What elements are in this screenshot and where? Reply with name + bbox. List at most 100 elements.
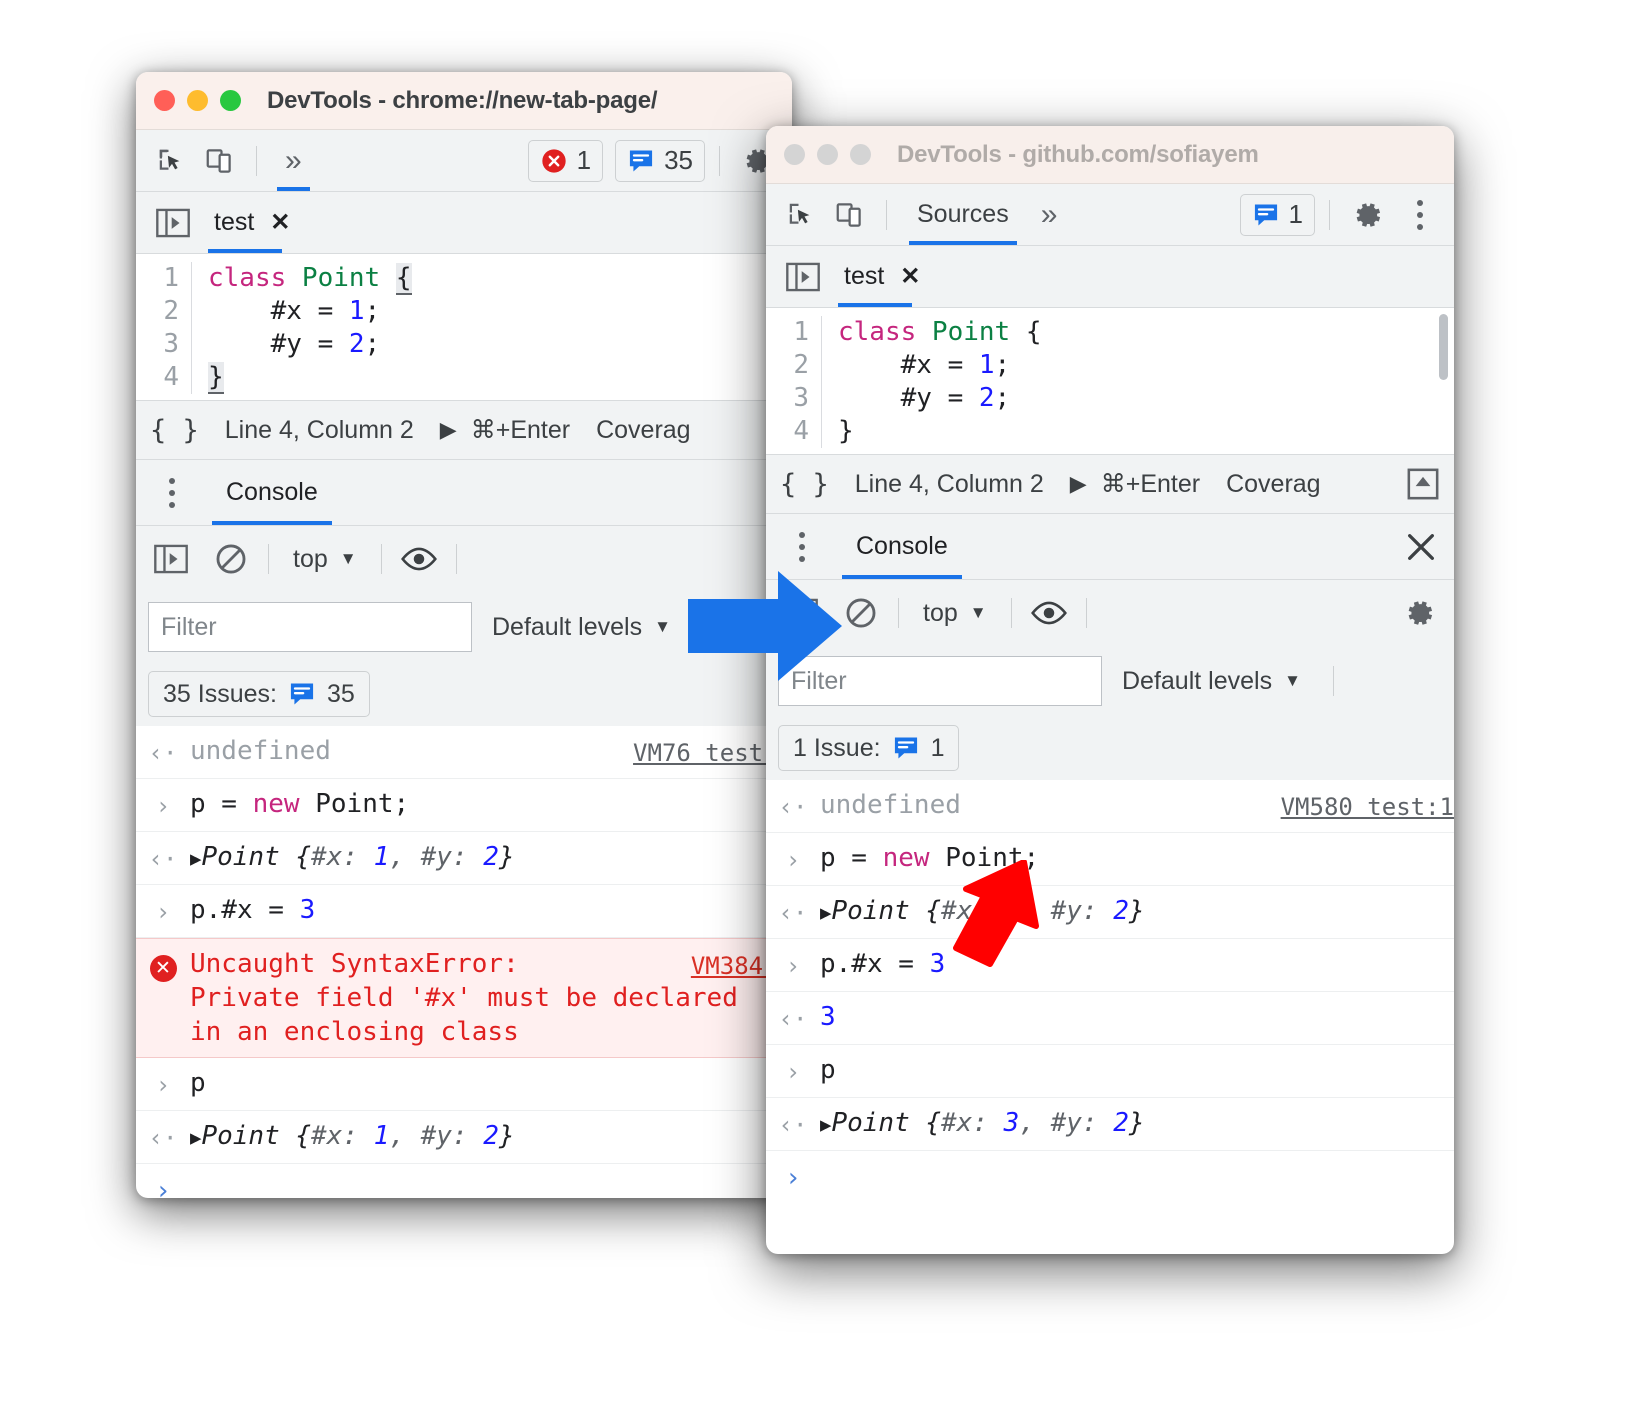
left-console-prompt[interactable]: ›: [136, 1164, 792, 1198]
close-icon[interactable]: ✕: [900, 262, 920, 291]
line-number: 4: [136, 361, 192, 394]
code-text[interactable]: }: [822, 415, 854, 448]
code-text[interactable]: #y = 2;: [192, 328, 381, 361]
left-window-titlebar[interactable]: DevTools - chrome://new-tab-page/: [136, 72, 792, 130]
input-caret-icon: ›: [155, 792, 171, 820]
console-toolbar-divider: [268, 544, 269, 574]
minimize-window-button[interactable]: [187, 90, 208, 111]
log-levels-selector[interactable]: Default levels ▼: [492, 613, 671, 642]
expand-object-icon[interactable]: ▶: [820, 902, 831, 924]
message-text: p = new Point;: [820, 843, 1040, 873]
minimize-window-button[interactable]: [817, 144, 838, 165]
inspect-cursor-icon[interactable]: [778, 192, 824, 238]
expand-object-icon[interactable]: ▶: [820, 1114, 831, 1136]
coverage-label[interactable]: Coverag: [596, 416, 691, 445]
pretty-print-icon[interactable]: { }: [780, 469, 829, 500]
pretty-print-icon[interactable]: { }: [150, 415, 199, 446]
close-icon[interactable]: ✕: [270, 208, 290, 237]
left-sources-tabstrip: test ✕: [136, 192, 792, 254]
code-text[interactable]: class Point {: [192, 262, 412, 295]
source-link[interactable]: VM580 test:1: [1281, 790, 1454, 824]
output-caret-icon: ‹·: [148, 1124, 178, 1152]
editor-scrollbar[interactable]: [1439, 314, 1448, 380]
live-expression-icon[interactable]: [1026, 590, 1072, 636]
code-text[interactable]: #y = 2;: [822, 382, 1011, 415]
message-text: ▶Point {#x: 1, #y: 2}: [190, 842, 515, 872]
error-counter[interactable]: 1: [527, 139, 604, 182]
inspect-cursor-icon[interactable]: [148, 138, 194, 184]
right-code-editor[interactable]: 1 class Point {2 #x = 1; 3 #y = 2; 4}: [766, 308, 1454, 454]
filter-input[interactable]: Filter: [148, 602, 472, 652]
console-input-message: › p: [766, 1045, 1454, 1098]
log-levels-selector[interactable]: Default levels ▼: [1122, 667, 1301, 696]
console-toolbar-divider-3: [455, 544, 457, 574]
issues-bar-button[interactable]: 1 Issue: 1: [778, 725, 960, 771]
gear-icon[interactable]: [1344, 192, 1390, 238]
right-console-toolbar: top ▼: [766, 580, 1454, 646]
issues-bar-button[interactable]: 35 Issues: 35: [148, 671, 370, 717]
coverage-label[interactable]: Coverag: [1226, 470, 1321, 499]
code-line: 3 #y = 2;: [136, 328, 792, 361]
chevron-down-icon: ▼: [969, 603, 987, 622]
execution-context-label: top: [923, 598, 958, 627]
right-console-filter-row: Filter Default levels ▼: [766, 646, 1454, 716]
run-snippet-icon[interactable]: ▶: [1070, 471, 1087, 497]
message-text: ▶Point {#x: 3, #y: 2}: [820, 1108, 1145, 1138]
close-window-button[interactable]: [784, 144, 805, 165]
more-options-icon[interactable]: [150, 477, 194, 508]
live-expression-icon[interactable]: [396, 536, 442, 582]
right-devtools-toolbar: Sources » 1: [766, 184, 1454, 246]
gear-icon[interactable]: [1396, 590, 1442, 636]
source-file-tab-test[interactable]: test ✕: [200, 193, 304, 253]
message-text: ▶Point {#x: 1, #y: 2}: [190, 1121, 515, 1151]
issues-bar-count: 35: [326, 679, 355, 708]
source-file-tab-test[interactable]: test ✕: [830, 247, 934, 307]
execution-context-selector[interactable]: top ▼: [283, 545, 367, 574]
issue-bubble-icon: [290, 683, 314, 705]
more-options-icon[interactable]: [780, 531, 824, 562]
code-text[interactable]: #x = 1;: [192, 295, 381, 328]
run-snippet-icon[interactable]: ▶: [440, 417, 457, 443]
right-window-titlebar[interactable]: DevTools - github.com/sofiayem: [766, 126, 1454, 184]
maximize-window-button[interactable]: [850, 144, 871, 165]
close-window-button[interactable]: [154, 90, 175, 111]
code-text[interactable]: }: [192, 361, 224, 394]
execution-context-selector[interactable]: top ▼: [913, 599, 997, 628]
right-console-prompt[interactable]: ›: [766, 1151, 1454, 1205]
tab-sources[interactable]: Sources: [901, 185, 1025, 245]
tab-console[interactable]: Console: [842, 515, 962, 579]
collapse-drawer-icon[interactable]: [1406, 467, 1440, 501]
code-text[interactable]: #x = 1;: [822, 349, 1011, 382]
transition-arrow: [688, 571, 842, 681]
prompt-caret: ›: [155, 1176, 171, 1198]
device-toggle-icon[interactable]: [196, 138, 242, 184]
issues-counter[interactable]: 35: [615, 139, 705, 182]
right-console-messages: ‹· undefined VM580 test:1 › p = new Point; ‹·…: [766, 780, 1454, 1151]
issues-counter[interactable]: 1: [1239, 193, 1315, 236]
more-panels-button[interactable]: »: [271, 131, 316, 191]
code-text[interactable]: class Point {: [822, 316, 1042, 349]
maximize-window-button[interactable]: [220, 90, 241, 111]
devtools-window-right[interactable]: DevTools - github.com/sofiayem Sources »: [766, 126, 1454, 1254]
drawer-tab-label: Console: [856, 532, 948, 560]
close-drawer-icon[interactable]: [1398, 524, 1444, 570]
run-shortcut-label: ⌘+Enter: [470, 416, 571, 444]
console-sidebar-icon[interactable]: [148, 536, 194, 582]
left-window-title: DevTools - chrome://new-tab-page/: [267, 86, 658, 114]
more-panels-button[interactable]: »: [1027, 185, 1072, 245]
clear-console-icon[interactable]: [208, 536, 254, 582]
more-options-icon[interactable]: [1398, 199, 1442, 230]
left-code-editor[interactable]: 1 class Point {2 #x = 1; 3 #y = 2; 4}: [136, 254, 792, 400]
chevron-down-icon: ▼: [1284, 671, 1301, 690]
show-navigator-icon[interactable]: [780, 254, 826, 300]
device-toggle-icon[interactable]: [826, 192, 872, 238]
expand-object-icon[interactable]: ▶: [190, 848, 201, 870]
line-number: 3: [136, 328, 192, 361]
issues-bar-label: 1 Issue:: [793, 733, 881, 762]
chevron-down-icon: ▼: [654, 617, 671, 636]
output-caret-icon: ‹·: [778, 793, 808, 821]
expand-object-icon[interactable]: ▶: [190, 1127, 201, 1149]
console-output-message: ‹· 3: [766, 992, 1454, 1045]
tab-console[interactable]: Console: [212, 461, 332, 525]
show-navigator-icon[interactable]: [150, 200, 196, 246]
